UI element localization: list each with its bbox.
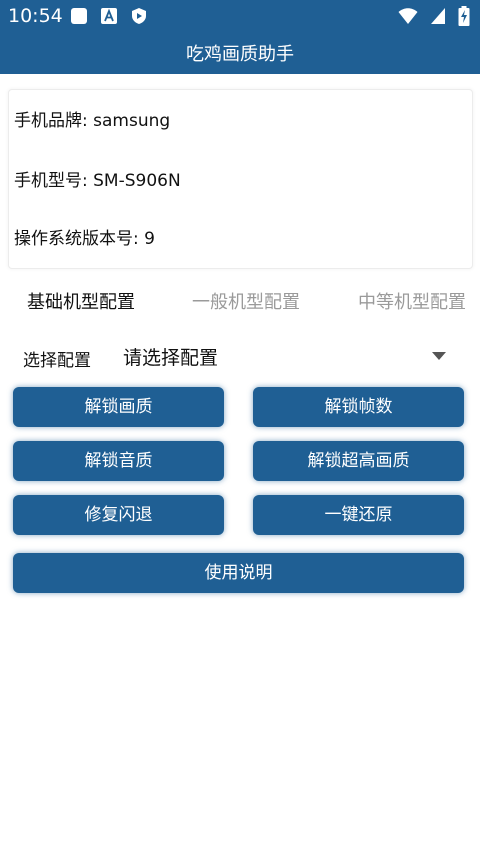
config-select-dropdown[interactable]: 请选择配置 bbox=[123, 343, 218, 370]
app-bar: 吃鸡画质助手 bbox=[0, 34, 480, 74]
fix-crash-button[interactable]: 修复闪退 bbox=[13, 495, 224, 535]
unlock-audio-button[interactable]: 解锁音质 bbox=[13, 441, 224, 481]
unlock-ultra-quality-button[interactable]: 解锁超高画质 bbox=[253, 441, 464, 481]
battery-charging-icon bbox=[458, 6, 470, 26]
a-notification-icon bbox=[101, 8, 117, 24]
config-tabs: 基础机型配置 一般机型配置 中等机型配置 bbox=[0, 288, 480, 318]
app-title: 吃鸡画质助手 bbox=[186, 44, 294, 65]
config-select-row: 选择配置 请选择配置 bbox=[0, 340, 480, 374]
tab-normal-config[interactable]: 一般机型配置 bbox=[192, 288, 300, 314]
os-version-text: 操作系统版本号: 9 bbox=[14, 229, 155, 249]
status-time: 10:54 bbox=[8, 5, 63, 27]
phone-brand-text: 手机品牌: samsung bbox=[14, 111, 171, 131]
status-bar: 10:54 bbox=[0, 0, 480, 34]
instructions-button[interactable]: 使用说明 bbox=[13, 553, 464, 593]
tab-medium-config[interactable]: 中等机型配置 bbox=[358, 288, 466, 314]
status-right-icons bbox=[398, 6, 470, 26]
wifi-icon bbox=[398, 8, 418, 24]
unlock-fps-button[interactable]: 解锁帧数 bbox=[253, 387, 464, 427]
device-info-card: 手机品牌: samsung 手机型号: SM-S906N 操作系统版本号: 9 bbox=[8, 89, 473, 269]
tab-basic-config[interactable]: 基础机型配置 bbox=[27, 288, 135, 314]
one-key-restore-button[interactable]: 一键还原 bbox=[253, 495, 464, 535]
unlock-quality-button[interactable]: 解锁画质 bbox=[13, 387, 224, 427]
dropdown-caret-icon[interactable] bbox=[432, 352, 446, 360]
shield-play-icon bbox=[132, 8, 146, 24]
signal-icon bbox=[431, 8, 445, 24]
phone-model-text: 手机型号: SM-S906N bbox=[14, 171, 181, 191]
config-select-label: 选择配置 bbox=[23, 351, 91, 371]
square-notification-icon bbox=[71, 8, 87, 24]
